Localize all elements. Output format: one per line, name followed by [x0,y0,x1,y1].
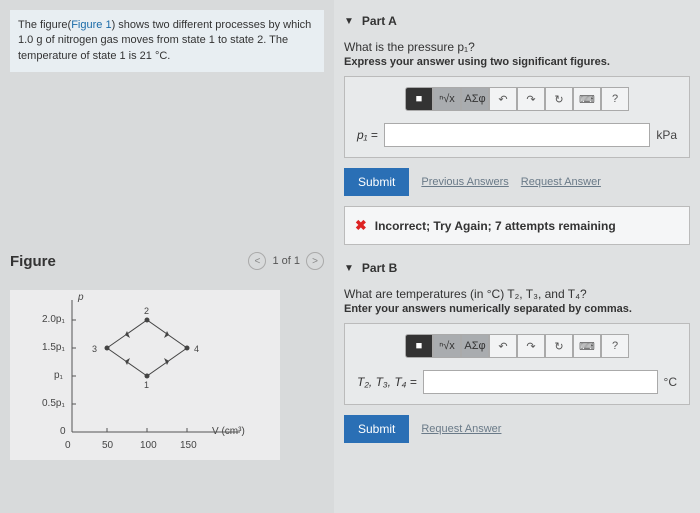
keyboard-button[interactable]: ⌨ [573,334,601,358]
help-button[interactable]: ? [601,87,629,111]
sqrt-button[interactable]: ⁿ√x [433,87,461,111]
part-a-question: What is the pressure p₁? [344,40,690,54]
part-a-instruction: Express your answer using two significan… [344,56,690,68]
part-b-submit-button[interactable]: Submit [344,415,409,443]
figure-page-indicator: 1 of 1 [272,255,300,267]
part-a-header[interactable]: ▼ Part A [344,10,690,32]
templates-icon[interactable]: ■ [405,87,433,111]
incorrect-icon: ✖ [355,217,367,234]
equation-toolbar: ■ ⁿ√x ΑΣφ ↶ ↷ ↻ ⌨ ? [357,334,677,358]
greek-button[interactable]: ΑΣφ [461,334,489,358]
undo-button[interactable]: ↶ [489,334,517,358]
part-b-varlabel: T₂, T₃, T₄ = [357,375,417,389]
point-label-1: 1 [144,380,149,390]
templates-icon[interactable]: ■ [405,334,433,358]
part-b-title: Part B [362,261,397,275]
part-a-feedback: ✖ Incorrect; Try Again; 7 attempts remai… [344,206,690,245]
part-b-question: What are temperatures (in °C) T₂, T₃, an… [344,287,690,301]
part-a-varlabel: p₁ = [357,128,378,142]
problem-statement: The figure(Figure 1) shows two different… [10,10,324,72]
part-b-instruction: Enter your answers numerically separated… [344,303,690,315]
part-a-feedback-text: Incorrect; Try Again; 7 attempts remaini… [375,219,616,233]
part-a-title: Part A [362,14,397,28]
part-b-answer-box: ■ ⁿ√x ΑΣφ ↶ ↷ ↻ ⌨ ? T₂, T₃, T₄ = °C [344,323,690,405]
part-a-submit-button[interactable]: Submit [344,168,409,196]
part-a-request-answer[interactable]: Request Answer [521,176,601,188]
sqrt-button[interactable]: ⁿ√x [433,334,461,358]
undo-button[interactable]: ↶ [489,87,517,111]
greek-button[interactable]: ΑΣφ [461,87,489,111]
part-b-input[interactable] [423,370,658,394]
figure-next-button[interactable]: > [306,252,324,270]
part-b-unit: °C [664,375,677,389]
part-b-request-answer[interactable]: Request Answer [421,423,501,435]
part-a-answer-box: ■ ⁿ√x ΑΣφ ↶ ↷ ↻ ⌨ ? p₁ = kPa [344,76,690,158]
reset-button[interactable]: ↻ [545,87,573,111]
reset-button[interactable]: ↻ [545,334,573,358]
part-b-header[interactable]: ▼ Part B [344,257,690,279]
part-a-input[interactable] [384,123,651,147]
figure-prev-button[interactable]: < [248,252,266,270]
help-button[interactable]: ? [601,334,629,358]
redo-button[interactable]: ↷ [517,87,545,111]
figure-link[interactable]: Figure 1 [71,19,111,31]
problem-text-before: The figure( [18,19,71,31]
redo-button[interactable]: ↷ [517,334,545,358]
point-label-4: 4 [194,344,199,354]
part-a-unit: kPa [656,128,677,142]
part-a-previous-answers[interactable]: Previous Answers [421,176,508,188]
figure-chart: p 2.0p₁ 1.5p₁ p₁ 0.5p₁ 0 0 50 100 150 V … [10,290,280,460]
collapse-icon: ▼ [344,263,354,274]
point-label-2: 2 [144,306,149,316]
figure-heading: Figure [10,253,56,270]
point-label-3: 3 [92,344,97,354]
keyboard-button[interactable]: ⌨ [573,87,601,111]
equation-toolbar: ■ ⁿ√x ΑΣφ ↶ ↷ ↻ ⌨ ? [357,87,677,111]
collapse-icon: ▼ [344,16,354,27]
